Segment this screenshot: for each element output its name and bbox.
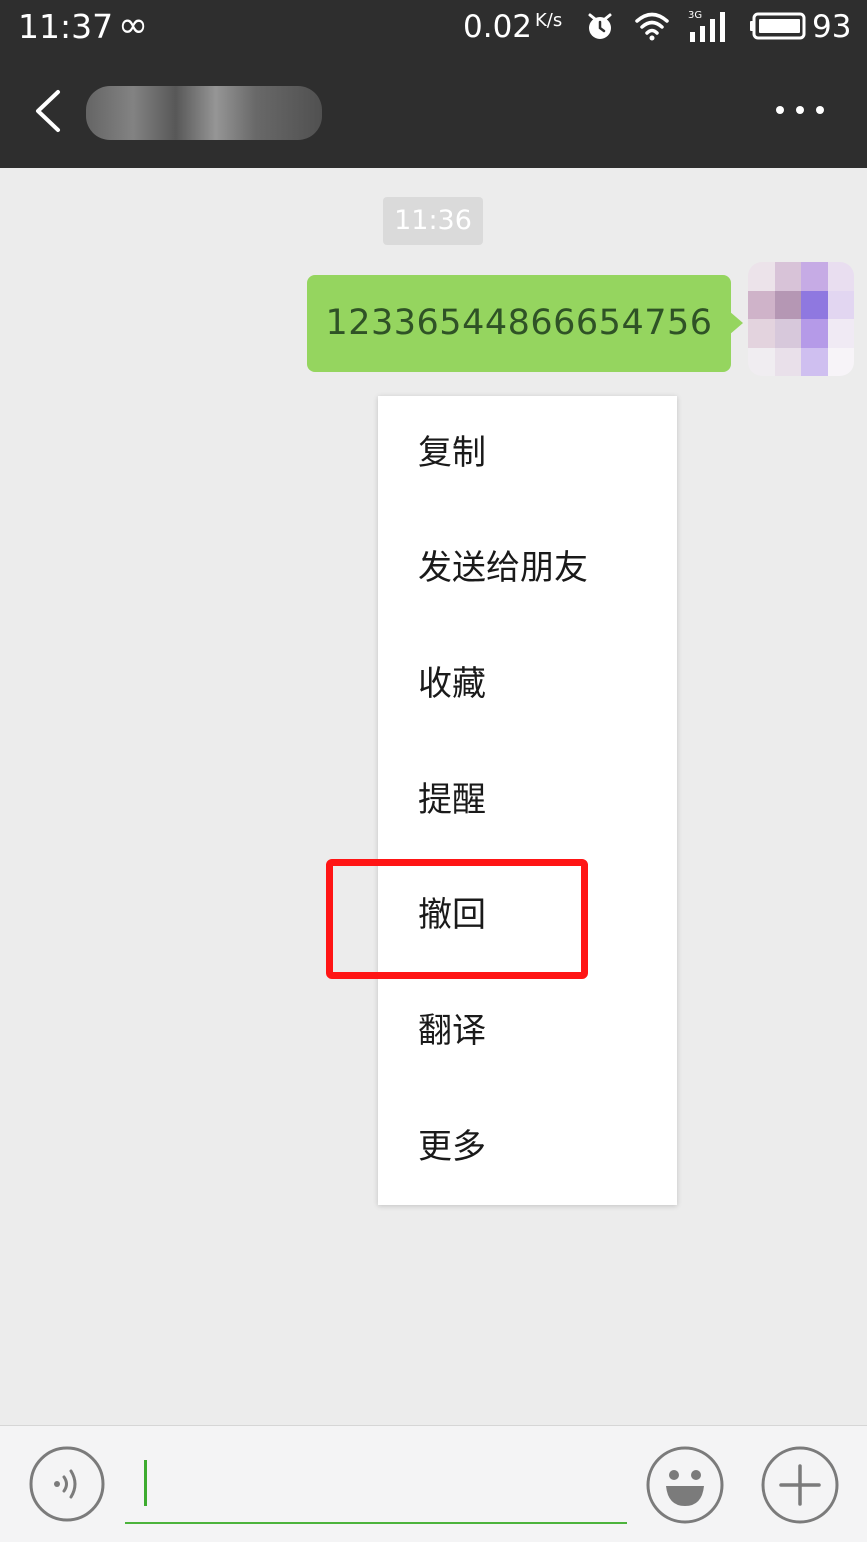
menu-item-recall[interactable]: 撤回 bbox=[378, 858, 677, 973]
menu-item-more[interactable]: 更多 bbox=[378, 1090, 677, 1205]
menu-item-send-to-friend[interactable]: 发送给朋友 bbox=[378, 511, 677, 626]
avatar[interactable] bbox=[748, 262, 854, 376]
alarm-icon bbox=[588, 13, 612, 39]
input-bar bbox=[0, 1425, 867, 1542]
menu-item-copy[interactable]: 复制 bbox=[378, 396, 677, 511]
infinity-icon: ∞ bbox=[118, 5, 148, 46]
message-timestamp: 11:36 bbox=[383, 197, 483, 245]
network-speed-unit: K/s bbox=[535, 10, 563, 31]
chevron-left-icon[interactable] bbox=[30, 88, 64, 134]
more-dots-icon[interactable] bbox=[772, 102, 828, 118]
wifi-icon bbox=[635, 12, 669, 41]
network-type-label: 3G bbox=[688, 10, 702, 21]
menu-item-favorite[interactable]: 收藏 bbox=[378, 627, 677, 742]
chat-screen: 11:37 ∞ 0.02 K/s 3G 93 11:36 12336544866… bbox=[0, 0, 867, 1542]
menu-item-translate[interactable]: 翻译 bbox=[378, 974, 677, 1089]
contact-name-obscured bbox=[86, 86, 322, 140]
battery-percentage: 93 bbox=[812, 9, 852, 45]
menu-item-remind[interactable]: 提醒 bbox=[378, 743, 677, 858]
signal-icon: 3G bbox=[688, 10, 725, 42]
message-context-menu: 复制 发送给朋友 收藏 提醒 撤回 翻译 更多 bbox=[378, 396, 677, 1205]
voice-icon[interactable] bbox=[29, 1446, 105, 1522]
message-bubble[interactable]: 12336544866654756 bbox=[307, 275, 731, 372]
text-cursor bbox=[144, 1460, 147, 1506]
bubble-tail bbox=[729, 311, 743, 335]
message-input[interactable] bbox=[125, 1448, 627, 1524]
battery-icon bbox=[750, 12, 806, 40]
status-time: 11:37 bbox=[18, 7, 114, 46]
status-bar: 11:37 ∞ 0.02 K/s 3G 93 bbox=[0, 0, 867, 54]
emoji-icon[interactable] bbox=[646, 1446, 724, 1524]
network-speed: 0.02 bbox=[463, 9, 533, 45]
title-bar bbox=[0, 54, 867, 168]
plus-icon[interactable] bbox=[761, 1446, 839, 1524]
